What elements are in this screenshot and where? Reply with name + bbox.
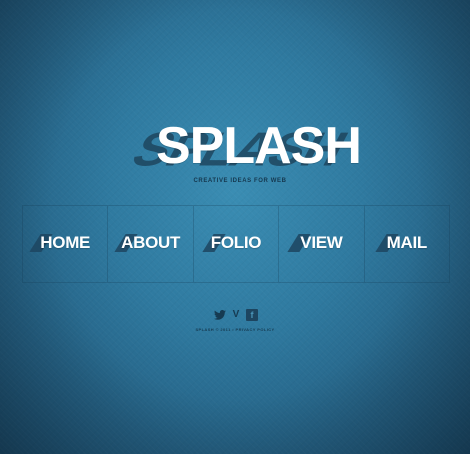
privacy-policy-link[interactable]: PRIVACY POLICY [236,327,275,332]
nav-item-view[interactable]: VIEW [278,205,364,283]
site-logo[interactable]: SPLASH SPLASH [0,118,470,178]
nav-item-folio[interactable]: FOLIO [192,205,279,283]
nav-item-label: FOLIO [210,233,262,252]
nav-item-about[interactable]: ABOUT [107,205,193,283]
vimeo-icon[interactable]: V [230,309,242,321]
twitter-bird-svg [214,310,226,320]
nav-item-label: VIEW [300,233,343,252]
footer: SPLASH © 2011 • PRIVACY POLICY [0,327,470,332]
nav-item-mail[interactable]: MAIL [363,205,451,283]
footer-copyright: SPLASH © 2011 • [195,327,235,332]
nav-item-home[interactable]: HOME [22,205,108,283]
nav-item-label: ABOUT [121,233,181,252]
nav-item-label: HOME [40,233,91,252]
social-links: V f [0,309,470,321]
site-tagline: CREATIVE IDEAS FOR WEB [193,178,287,184]
logo-text: SPLASH [156,117,362,175]
nav-item-label: MAIL [386,233,428,252]
facebook-icon[interactable]: f [246,309,258,321]
main-nav: HOME ABOUT FOLIO VIEW MAIL [22,205,451,283]
twitter-icon[interactable] [214,309,226,321]
